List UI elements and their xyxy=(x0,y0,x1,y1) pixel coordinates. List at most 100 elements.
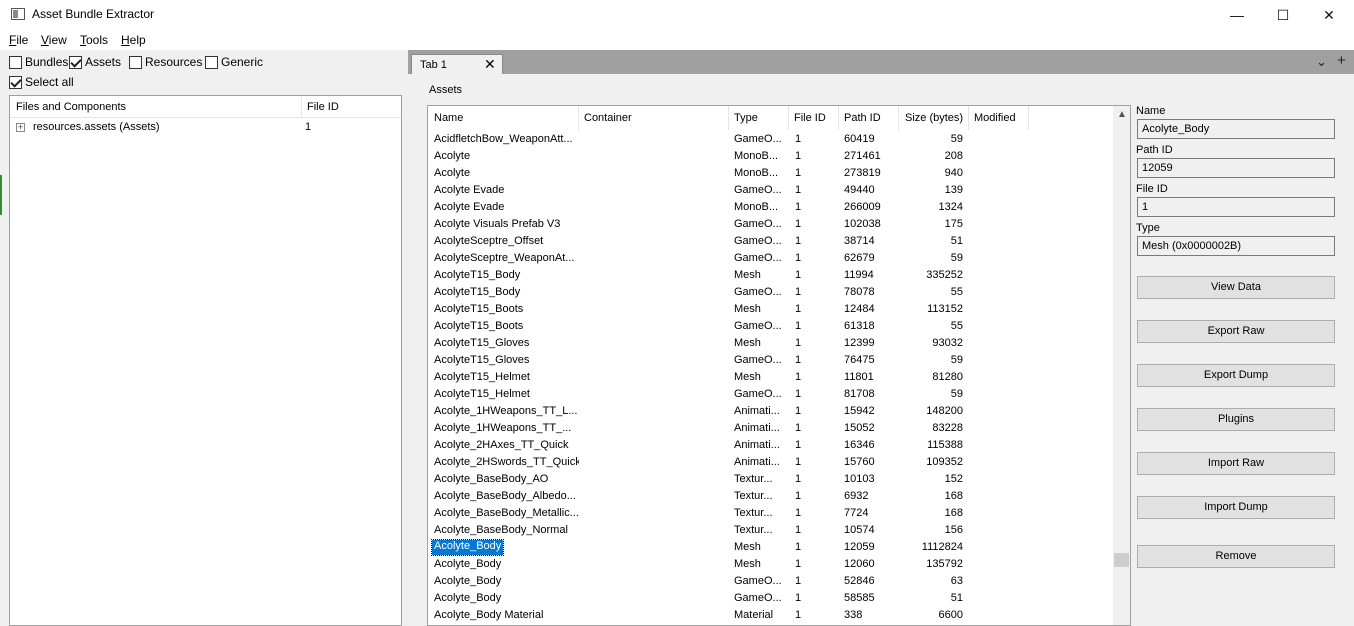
col-divider[interactable] xyxy=(578,106,579,130)
table-row[interactable]: Acolyte_2HAxes_TT_Quick Animati... 1 16346 1… xyxy=(428,437,1112,454)
col-divider[interactable] xyxy=(898,106,899,130)
cell-pathid: 62679 xyxy=(844,252,875,264)
cell-type: GameO... xyxy=(734,388,782,400)
select-all-checkbox-box[interactable] xyxy=(9,75,22,89)
cell-name: Acolyte_BaseBody_Albedo... xyxy=(434,490,576,502)
table-row[interactable]: AcolyteT15_Gloves Mesh 1 12399 93032 xyxy=(428,335,1112,352)
table-row[interactable]: AcolyteSceptre_WeaponAt... GameO... 1 62679… xyxy=(428,250,1112,267)
scroll-up-icon[interactable]: ▲ xyxy=(1117,109,1127,120)
menu-tools[interactable]: Tools xyxy=(80,33,108,47)
table-row[interactable]: Acolyte_Body GameO... 1 58585 51 xyxy=(428,590,1112,607)
tab-list-chevron-icon[interactable]: ⌄ xyxy=(1316,54,1327,70)
tree-row[interactable]: + resources.assets (Assets) 1 xyxy=(10,120,401,136)
pathid-field[interactable]: 12059 xyxy=(1137,158,1335,178)
asset-rows: AcidfletchBow_WeaponAtt... GameO... 1 60419… xyxy=(428,131,1112,624)
export-raw-button[interactable]: Export Raw xyxy=(1137,320,1335,343)
table-row[interactable]: Acolyte_1HWeapons_TT_L... Animati... 1 1594… xyxy=(428,403,1112,420)
table-row[interactable]: Acolyte_Body Material Material 1 338 6600 xyxy=(428,607,1112,624)
table-row[interactable]: Acolyte_1HWeapons_TT_... Animati... 1 15052… xyxy=(428,420,1112,437)
table-row[interactable]: AcidfletchBow_WeaponAtt... GameO... 1 60419… xyxy=(428,131,1112,148)
cell-size: 55 xyxy=(950,320,963,332)
table-row[interactable]: AcolyteT15_Boots GameO... 1 61318 55 xyxy=(428,318,1112,335)
cell-name: AcidfletchBow_WeaponAtt... xyxy=(434,133,573,145)
table-row[interactable]: AcolyteT15_Helmet GameO... 1 81708 59 xyxy=(428,386,1112,403)
import-dump-button[interactable]: Import Dump xyxy=(1137,496,1335,519)
cell-name: Acolyte_1HWeapons_TT_... xyxy=(434,422,572,434)
table-row[interactable]: Acolyte_Body Mesh 1 12059 1112824 xyxy=(428,539,1112,556)
resources-checkbox-box[interactable] xyxy=(129,55,142,69)
table-row[interactable]: Acolyte_Body Mesh 1 12060 135792 xyxy=(428,556,1112,573)
col-divider[interactable] xyxy=(728,106,729,130)
tree-col-fileid[interactable]: File ID xyxy=(307,101,339,113)
bundles-checkbox[interactable]: Bundles xyxy=(9,55,68,69)
col-pathid[interactable]: Path ID xyxy=(844,112,881,124)
table-row[interactable]: Acolyte_Body GameO... 1 52846 63 xyxy=(428,573,1112,590)
menu-help[interactable]: Help xyxy=(121,33,146,47)
maximize-button[interactable]: ☐ xyxy=(1260,0,1306,30)
table-row[interactable]: Acolyte_BaseBody_Albedo... Textur... 1 6932… xyxy=(428,488,1112,505)
table-row[interactable]: Acolyte_BaseBody_Normal Textur... 1 10574 15… xyxy=(428,522,1112,539)
table-row[interactable]: Acolyte_BaseBody_AO Textur... 1 10103 152 xyxy=(428,471,1112,488)
fileid-field[interactable]: 1 xyxy=(1137,197,1335,217)
export-dump-button[interactable]: Export Dump xyxy=(1137,364,1335,387)
col-size[interactable]: Size (bytes) xyxy=(905,112,963,124)
generic-checkbox[interactable]: Generic xyxy=(205,55,263,69)
type-field[interactable]: Mesh (0x0000002B) xyxy=(1137,236,1335,256)
vertical-scrollbar[interactable]: ▲ xyxy=(1113,106,1130,625)
minimize-button[interactable]: — xyxy=(1214,0,1260,30)
col-fileid[interactable]: File ID xyxy=(794,112,826,124)
table-row[interactable]: Acolyte MonoB... 1 271461 208 xyxy=(428,148,1112,165)
table-row[interactable]: AcolyteT15_Gloves GameO... 1 76475 59 xyxy=(428,352,1112,369)
tree-col-divider[interactable] xyxy=(301,96,302,118)
table-row[interactable]: AcolyteT15_Boots Mesh 1 12484 113152 xyxy=(428,301,1112,318)
tree-row-fileid: 1 xyxy=(305,121,312,133)
table-row[interactable]: Acolyte_BaseBody_Metallic... Textur... 1 77… xyxy=(428,505,1112,522)
assets-checkbox[interactable]: Assets xyxy=(69,55,121,69)
col-divider[interactable] xyxy=(838,106,839,130)
close-window-button[interactable]: ✕ xyxy=(1306,0,1352,30)
table-row[interactable]: Acolyte Visuals Prefab V3 GameO... 1 102038… xyxy=(428,216,1112,233)
assets-checkbox-box[interactable] xyxy=(69,55,82,69)
cell-type: Animati... xyxy=(734,456,780,468)
table-row[interactable]: Acolyte_2HSwords_TT_Quick Animati... 1 1576… xyxy=(428,454,1112,471)
expand-icon[interactable]: + xyxy=(16,123,25,132)
assets-list[interactable]: Name Container Type File ID Path ID Size… xyxy=(427,105,1131,626)
cell-name: Acolyte_Body xyxy=(434,558,502,570)
menu-view[interactable]: View xyxy=(41,33,67,47)
table-row[interactable]: Acolyte Evade GameO... 1 49440 139 xyxy=(428,182,1112,199)
tree-col-files[interactable]: Files and Components xyxy=(16,101,126,113)
select-all-checkbox[interactable]: Select all xyxy=(9,75,74,89)
cell-fileid: 1 xyxy=(795,490,802,502)
table-row[interactable]: AcolyteT15_Helmet Mesh 1 11801 81280 xyxy=(428,369,1112,386)
import-raw-button[interactable]: Import Raw xyxy=(1137,452,1335,475)
table-row[interactable]: AcolyteSceptre_Offset GameO... 1 38714 51 xyxy=(428,233,1112,250)
generic-checkbox-box[interactable] xyxy=(205,55,218,69)
table-row[interactable]: Acolyte MonoB... 1 273819 940 xyxy=(428,165,1112,182)
tab-1[interactable]: Tab 1 ✕ xyxy=(411,54,503,74)
cell-type: Mesh xyxy=(734,541,761,553)
scroll-thumb[interactable] xyxy=(1114,553,1129,567)
bundles-checkbox-box[interactable] xyxy=(9,55,22,69)
col-divider[interactable] xyxy=(1028,106,1029,130)
col-type[interactable]: Type xyxy=(734,112,758,124)
resources-checkbox[interactable]: Resources xyxy=(129,55,202,69)
name-field[interactable]: Acolyte_Body xyxy=(1137,119,1335,139)
cell-name: Acolyte_Body xyxy=(434,592,502,604)
cell-pathid: 6932 xyxy=(844,490,869,502)
add-tab-icon[interactable]: + xyxy=(1337,52,1346,69)
col-divider[interactable] xyxy=(968,106,969,130)
remove-button[interactable]: Remove xyxy=(1137,545,1335,568)
menu-file[interactable]: File xyxy=(9,33,28,47)
col-modified[interactable]: Modified xyxy=(974,112,1016,124)
table-row[interactable]: AcolyteT15_Body Mesh 1 11994 335252 xyxy=(428,267,1112,284)
table-row[interactable]: AcolyteT15_Body GameO... 1 78078 55 xyxy=(428,284,1112,301)
col-name[interactable]: Name xyxy=(434,112,463,124)
view-data-button[interactable]: View Data xyxy=(1137,276,1335,299)
cell-type: GameO... xyxy=(734,184,782,196)
table-row[interactable]: Acolyte Evade MonoB... 1 266009 1324 xyxy=(428,199,1112,216)
col-container[interactable]: Container xyxy=(584,112,632,124)
col-divider[interactable] xyxy=(788,106,789,130)
files-tree[interactable]: Files and Components File ID + resources… xyxy=(9,95,402,626)
plugins-button[interactable]: Plugins xyxy=(1137,408,1335,431)
tab-close-icon[interactable]: ✕ xyxy=(484,56,496,73)
